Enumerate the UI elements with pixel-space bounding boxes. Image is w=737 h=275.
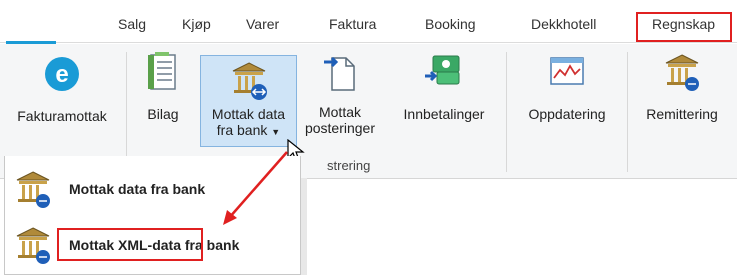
e-logo-icon: e [45, 57, 79, 91]
remittering-button[interactable]: Remittering [632, 52, 732, 126]
mottak-posteringer-label-2: posteringer [304, 120, 376, 136]
money-icon [425, 55, 460, 85]
ledger-icon [148, 52, 176, 90]
fakturamottak-label: Fakturamottak [17, 108, 107, 124]
bank-icon [16, 171, 50, 208]
oppdatering-button[interactable]: Oppdatering [512, 52, 622, 126]
mottak-data-label-1: Mottak data [211, 106, 286, 122]
mottak-posteringer-button[interactable]: Mottak posteringer [300, 52, 380, 136]
chart-window-icon [550, 57, 584, 85]
tab-faktura[interactable]: Faktura [329, 16, 376, 32]
regnskap-highlight-box [636, 12, 732, 42]
innbetalinger-button[interactable]: Innbetalinger [388, 52, 500, 126]
group-label: strering [327, 158, 371, 173]
bilag-button[interactable]: Bilag [132, 52, 194, 126]
bank-icon [232, 62, 267, 100]
svg-text:e: e [55, 61, 68, 88]
dropdown-arrow-icon: ▼ [271, 127, 281, 137]
red-arrow-icon [223, 151, 288, 225]
mottak-data-fra-bank-button[interactable]: Mottak data fra bank ▼ [200, 55, 297, 147]
remittering-label: Remittering [646, 106, 718, 122]
menu-item-label: Mottak data fra bank [69, 181, 206, 197]
mottak-data-label-2: fra bank ▼ [216, 122, 281, 138]
group-separator [506, 52, 507, 172]
tab-kjop[interactable]: Kjøp [182, 16, 211, 32]
oppdatering-label: Oppdatering [528, 106, 606, 122]
fakturamottak-button[interactable]: e Fakturamottak [4, 56, 120, 126]
tab-booking[interactable]: Booking [425, 16, 476, 32]
bank-icon [16, 227, 50, 264]
tab-dekkhotell[interactable]: Dekkhotell [531, 16, 596, 32]
document-import-icon [324, 56, 355, 91]
tab-underline [0, 42, 737, 43]
group-separator [126, 52, 127, 172]
menu-item-label: Mottak XML-data fra bank [69, 237, 240, 253]
bilag-label: Bilag [147, 106, 179, 122]
innbetalinger-label: Innbetalinger [403, 106, 485, 122]
tab-salg[interactable]: Salg [118, 16, 146, 32]
tab-varer[interactable]: Varer [246, 16, 279, 32]
ribbon-tabs: Salg Kjøp Varer Faktura Booking Dekkhote… [0, 0, 737, 44]
bank-transfer-icon [665, 54, 699, 91]
mottak-posteringer-label-1: Mottak [318, 104, 361, 120]
side-strip [301, 178, 307, 275]
group-separator [627, 52, 628, 172]
